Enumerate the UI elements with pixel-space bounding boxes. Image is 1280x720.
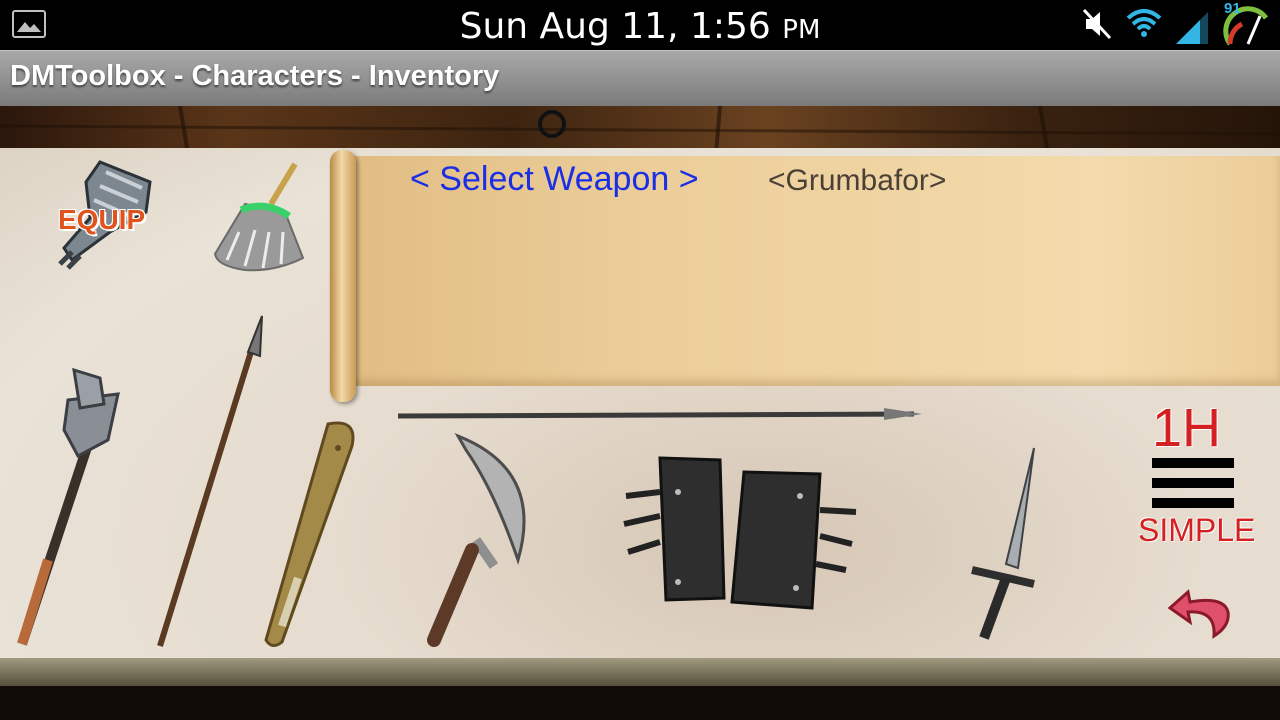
menu-line	[1152, 478, 1234, 488]
status-ampm: PM	[782, 15, 821, 45]
select-weapon-button[interactable]: < Select Weapon >	[410, 160, 699, 199]
javelin-weapon[interactable]	[394, 402, 924, 430]
signal-icon	[1176, 12, 1208, 44]
handedness-filter-button[interactable]: 1H	[1152, 398, 1221, 458]
battery-level: 91	[1224, 0, 1241, 17]
status-bar: Sun Aug 11, 1:56 PM 91	[0, 0, 1280, 50]
floor-shadow	[0, 686, 1280, 720]
mace-weapon[interactable]	[8, 360, 128, 652]
equip-button[interactable]: EQUIP	[50, 152, 162, 270]
title-bar: DMToolbox - Characters - Inventory	[0, 50, 1280, 106]
dagger-weapon[interactable]	[962, 444, 1042, 644]
broom-icon	[213, 162, 305, 272]
menu-lines-icon	[1152, 458, 1234, 468]
club-weapon[interactable]	[258, 418, 368, 650]
equip-label: EQUIP	[58, 204, 146, 235]
back-button[interactable]	[1167, 582, 1234, 642]
filter-menu-button[interactable]	[1152, 458, 1234, 512]
character-name: <Grumbafor>	[768, 164, 947, 197]
sickle-weapon[interactable]	[424, 430, 544, 652]
battery-gauge-icon: 91	[1222, 0, 1272, 48]
scroll-rod	[330, 150, 356, 402]
mace-icon	[17, 367, 120, 646]
status-time: Sun Aug 11, 1:56	[459, 6, 771, 47]
gauntlets-weapon[interactable]	[620, 452, 860, 612]
mute-icon	[1082, 8, 1112, 40]
return-arrow-icon	[1167, 589, 1230, 639]
spear-icon	[157, 315, 263, 647]
javelin-icon	[397, 408, 922, 420]
spear-weapon[interactable]	[150, 312, 270, 652]
app-title: DMToolbox - Characters - Inventory	[10, 60, 500, 92]
clear-broom-button[interactable]	[205, 160, 305, 276]
stone-slab-edge	[0, 658, 1280, 688]
club-icon	[264, 421, 355, 647]
sickle-icon	[427, 433, 526, 647]
menu-line	[1152, 498, 1234, 508]
category-filter-button[interactable]: SIMPLE	[1138, 512, 1255, 549]
wifi-icon	[1126, 9, 1162, 37]
gauntlets-icon	[623, 456, 857, 610]
dagger-icon	[971, 447, 1035, 640]
